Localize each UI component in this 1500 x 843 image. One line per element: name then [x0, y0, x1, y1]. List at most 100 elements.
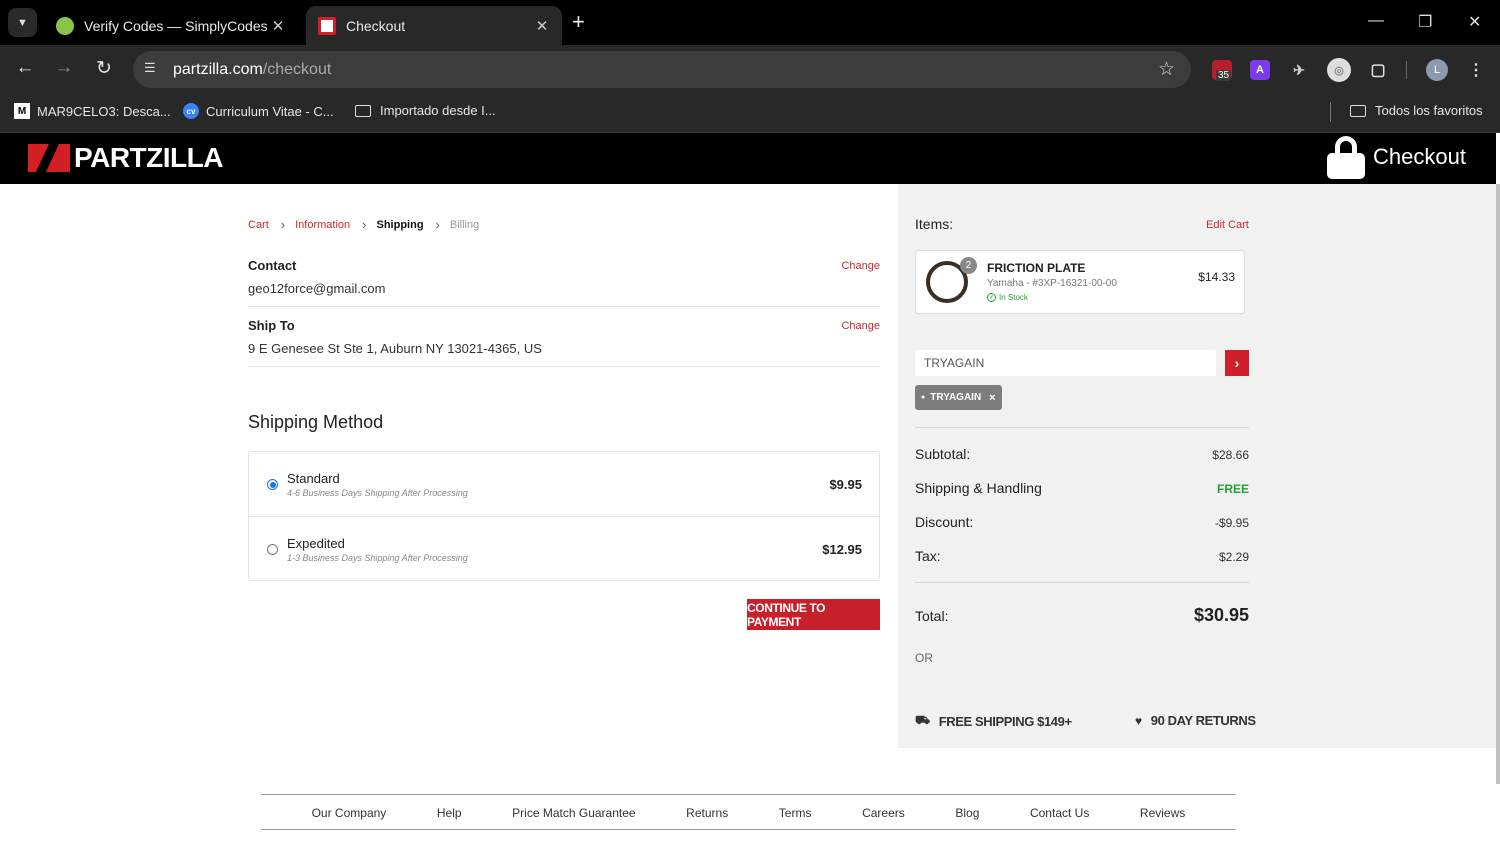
- stock-status: ✓ In Stock: [987, 293, 1028, 302]
- menu-kebab-icon[interactable]: ⋮: [1466, 60, 1486, 80]
- chevron-right-icon: ›: [435, 217, 440, 232]
- extension-a-icon[interactable]: A: [1250, 60, 1270, 80]
- option-name: Expedited: [287, 536, 345, 551]
- returns-perk: ♥ 90 DAY RETURNS: [1135, 713, 1256, 728]
- radio-standard[interactable]: [267, 479, 278, 490]
- discount-row: Discount: -$9.95: [915, 514, 1249, 530]
- item-name: FRICTION PLATE: [987, 261, 1086, 275]
- contact-block: Contact geo12force@gmail.com Change: [248, 258, 880, 307]
- tab-title: Checkout: [346, 17, 406, 34]
- lock-icon: [1327, 136, 1366, 179]
- footer-link-careers[interactable]: Careers: [862, 806, 905, 820]
- logo-text: PARTZILLA: [74, 142, 223, 173]
- option-desc: 1-3 Business Days Shipping After Process…: [287, 553, 468, 563]
- bookmark-item[interactable]: cv Curriculum Vitae - C...: [183, 103, 334, 119]
- total-label: Total:: [915, 608, 949, 624]
- apply-coupon-button[interactable]: ›: [1225, 350, 1249, 376]
- total-value: $30.95: [1193, 605, 1249, 625]
- address-bar[interactable]: ☰ partzilla.com/checkout ☆: [133, 51, 1191, 88]
- tab-simplycodes[interactable]: Verify Codes — SimplyCodes ✕: [44, 6, 298, 45]
- breadcrumb-billing: Billing: [449, 218, 480, 231]
- bookmark-m-icon: M: [14, 103, 30, 119]
- footer-link-reviews[interactable]: Reviews: [1140, 806, 1185, 820]
- divider: [915, 427, 1249, 428]
- new-tab-button[interactable]: +: [572, 11, 585, 33]
- tab-title: Verify Codes — SimplyCodes: [84, 17, 268, 34]
- folder-icon: [355, 104, 371, 117]
- shipping-option-expedited[interactable]: Expedited 1-3 Business Days Shipping Aft…: [249, 516, 879, 580]
- breadcrumb-information[interactable]: Information: [295, 219, 350, 231]
- footer-divider: [261, 794, 1236, 795]
- footer-link-blog[interactable]: Blog: [955, 806, 979, 820]
- footer-link-terms[interactable]: Terms: [779, 806, 812, 820]
- tab-checkout[interactable]: Checkout ✕: [306, 6, 562, 45]
- shipping-row: Shipping & Handling FREE: [915, 480, 1249, 496]
- site-info-icon[interactable]: ☰: [144, 60, 162, 78]
- site-header: PARTZILLA Checkout: [0, 133, 1496, 184]
- back-icon[interactable]: ←: [13, 57, 37, 79]
- close-tab-icon[interactable]: ✕: [270, 17, 286, 35]
- bookmark-folder[interactable]: Importado desde I...: [355, 103, 496, 118]
- shipping-option-standard[interactable]: Standard 4-6 Business Days Shipping Afte…: [249, 452, 879, 516]
- coupon-input[interactable]: [915, 350, 1216, 376]
- option-desc: 4-6 Business Days Shipping After Process…: [287, 488, 468, 498]
- footer-link-contact-us[interactable]: Contact Us: [1030, 806, 1089, 820]
- total-row: Total: $30.95: [915, 605, 1249, 626]
- bookmarks-bar: M MAR9CELO3: Desca... cv Curriculum Vita…: [0, 93, 1500, 133]
- items-label: Items:: [915, 216, 954, 232]
- subtotal-label: Subtotal:: [915, 446, 971, 462]
- all-bookmarks[interactable]: Todos los favoritos: [1350, 103, 1483, 118]
- handshake-icon: ♥: [1135, 713, 1142, 728]
- tab-search-button[interactable]: ▼: [8, 8, 37, 37]
- toolbar-divider: [1406, 61, 1407, 79]
- tax-row: Tax: $2.29: [915, 548, 1249, 564]
- extension-compass-icon[interactable]: ◎: [1327, 58, 1351, 82]
- ship-to-label: Ship To: [248, 318, 295, 333]
- item-part-number: Yamaha - #3XP-16321-00-00: [987, 278, 1117, 289]
- restore-button[interactable]: ❐: [1418, 12, 1432, 32]
- partzilla-logo[interactable]: PARTZILLA: [28, 142, 223, 174]
- change-address-link[interactable]: Change: [841, 320, 880, 332]
- breadcrumb-cart[interactable]: Cart: [248, 219, 269, 231]
- bookmark-item[interactable]: M MAR9CELO3: Desca...: [14, 103, 171, 119]
- chevron-down-icon: ▼: [17, 16, 28, 29]
- subtotal-value: $28.66: [1212, 448, 1249, 462]
- edit-cart-link[interactable]: Edit Cart: [1206, 219, 1249, 231]
- header-checkout: Checkout: [1327, 136, 1466, 179]
- folder-icon: [1350, 104, 1366, 117]
- bookmark-divider: [1330, 102, 1331, 122]
- divider: [915, 582, 1249, 583]
- change-contact-link[interactable]: Change: [841, 260, 880, 272]
- extensions-puzzle-icon[interactable]: ▢: [1368, 60, 1388, 80]
- bookmark-star-icon[interactable]: ☆: [1158, 58, 1175, 81]
- discount-value: -$9.95: [1214, 516, 1249, 530]
- radio-expedited[interactable]: [267, 544, 278, 555]
- option-price: $12.95: [822, 542, 862, 557]
- footer-link-price-match[interactable]: Price Match Guarantee: [512, 806, 635, 820]
- bookmark-label: Todos los favoritos: [1375, 103, 1483, 118]
- minimize-button[interactable]: —: [1368, 12, 1384, 30]
- perk-label: 90 DAY RETURNS: [1150, 713, 1256, 728]
- reload-icon[interactable]: ↻: [92, 57, 116, 80]
- tax-label: Tax:: [915, 548, 941, 564]
- continue-to-payment-button[interactable]: CONTINUE TO PAYMENT: [747, 599, 880, 630]
- extension-plane-icon[interactable]: ✈: [1289, 60, 1309, 80]
- footer-link-our-company[interactable]: Our Company: [312, 806, 387, 820]
- close-tab-icon[interactable]: ✕: [534, 17, 550, 35]
- remove-coupon-icon[interactable]: ×: [989, 392, 995, 404]
- chevron-right-icon: ›: [280, 217, 286, 232]
- contact-label: Contact: [248, 258, 297, 273]
- discount-label: Discount:: [915, 514, 974, 530]
- footer-link-help[interactable]: Help: [437, 806, 462, 820]
- close-window-button[interactable]: ✕: [1468, 12, 1481, 32]
- shipping-value: FREE: [1216, 482, 1249, 496]
- or-label: OR: [915, 651, 933, 665]
- footer-link-returns[interactable]: Returns: [686, 806, 728, 820]
- option-price: $9.95: [829, 477, 862, 492]
- free-shipping-perk: ⛟ FREE SHIPPING $149+: [915, 713, 1072, 729]
- profile-avatar[interactable]: L: [1426, 59, 1448, 81]
- forward-icon[interactable]: →: [52, 57, 76, 79]
- quantity-badge: 2: [960, 257, 977, 274]
- chevron-right-icon: ›: [1234, 355, 1240, 371]
- page-scrollbar[interactable]: [1496, 184, 1500, 784]
